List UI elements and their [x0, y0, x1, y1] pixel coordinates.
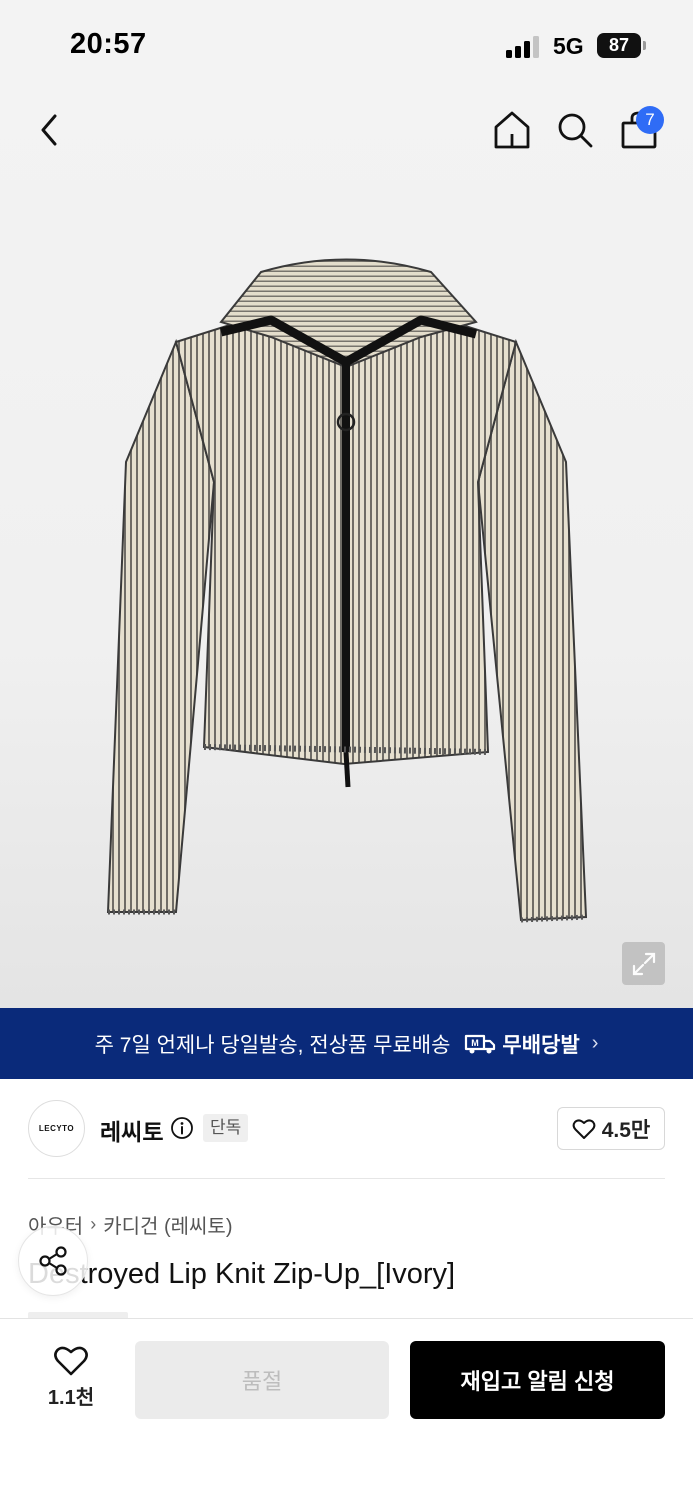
expand-image-button[interactable]	[622, 942, 665, 985]
delivery-truck-icon: M	[465, 1034, 496, 1053]
promo-service-name: 무배당발	[502, 1033, 580, 1057]
promo-service-logo: M 무배당발	[464, 1029, 580, 1059]
exclusive-badge: 단독	[203, 1114, 249, 1142]
bottom-action-bar: 1.1천 품절 재입고 알림 신청	[0, 1318, 693, 1500]
search-icon	[558, 113, 593, 148]
back-button[interactable]	[26, 106, 74, 154]
product-hero	[0, 92, 693, 1008]
product-image[interactable]	[96, 252, 596, 932]
home-button[interactable]	[488, 106, 536, 154]
share-icon	[39, 1246, 67, 1276]
chevron-left-icon	[41, 114, 57, 146]
battery-tip	[643, 41, 646, 50]
chevron-right-icon: ›	[90, 1214, 97, 1234]
battery-icon: 87	[597, 33, 647, 59]
brand-row: LECYTO 레씨토 단독 4.5만	[28, 1100, 665, 1158]
status-bar: 20:57 5G 87	[0, 0, 693, 92]
promo-text: 주 7일 언제나 당일발송, 전상품 무료배송	[94, 1033, 451, 1057]
signal-icon	[506, 36, 539, 58]
wishlist-count: 1.1천	[47, 1387, 95, 1409]
brand-name[interactable]: 레씨토	[100, 1113, 163, 1147]
chevron-right-icon: ›	[591, 1032, 599, 1054]
home-icon	[494, 111, 530, 149]
soldout-button: 품절	[135, 1341, 389, 1419]
battery-level: 87	[597, 33, 641, 58]
heart-icon	[54, 1346, 88, 1376]
brand-logo[interactable]: LECYTO	[28, 1100, 85, 1157]
cart-count-badge: 7	[636, 106, 664, 134]
promo-logo-letter: M	[472, 1038, 480, 1048]
product-title: Destroyed Lip Knit Zip-Up_[Ivory]	[28, 1258, 456, 1290]
expand-icon	[632, 952, 655, 975]
breadcrumb-subcategory[interactable]: 카디건 (레씨토)	[103, 1210, 232, 1239]
wishlist-button[interactable]: 1.1천	[38, 1345, 104, 1417]
search-button[interactable]	[551, 106, 599, 154]
divider	[28, 1178, 665, 1179]
brand-like-count: 4.5만	[601, 1118, 651, 1142]
network-label: 5G	[553, 33, 584, 59]
restock-alert-button[interactable]: 재입고 알림 신청	[410, 1341, 665, 1419]
share-button[interactable]	[18, 1226, 88, 1296]
status-time: 20:57	[70, 28, 147, 60]
promo-banner[interactable]: 주 7일 언제나 당일발송, 전상품 무료배송 M 무배당발 ›	[0, 1008, 693, 1079]
info-icon[interactable]	[170, 1116, 194, 1140]
brand-like-button[interactable]: 4.5만	[557, 1107, 665, 1150]
heart-icon	[572, 1119, 596, 1139]
